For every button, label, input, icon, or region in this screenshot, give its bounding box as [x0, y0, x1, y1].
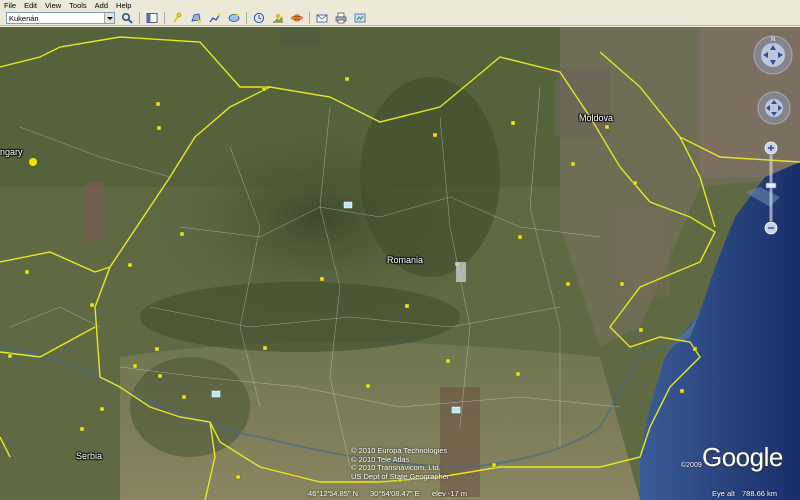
toolbar-separator: [309, 12, 310, 24]
sunlight-icon: [273, 14, 283, 23]
sunlight-button[interactable]: [271, 12, 285, 25]
search-icon: [121, 12, 133, 24]
show-in-maps-button[interactable]: [353, 12, 367, 25]
placemark-button[interactable]: [170, 12, 184, 25]
label-moldova: Moldova: [579, 113, 614, 123]
print-button[interactable]: [334, 12, 348, 25]
search-combobox[interactable]: [6, 12, 115, 24]
label-romania: Romania: [387, 255, 424, 265]
polygon-button[interactable]: [189, 12, 203, 25]
historical-imagery-icon: [253, 12, 265, 24]
search-button[interactable]: [120, 12, 134, 25]
email-button[interactable]: [315, 12, 329, 25]
menu-view[interactable]: View: [41, 0, 65, 11]
planets-button[interactable]: [290, 12, 304, 25]
zoom-slider[interactable]: [764, 141, 778, 235]
historical-imagery-button[interactable]: [252, 12, 266, 25]
path-icon: [209, 13, 221, 23]
toolbar: [0, 11, 800, 26]
copyright-notice: © 2010 Europa Technologies © 2010 Tele A…: [351, 446, 450, 481]
label-hungary: ngary: [0, 147, 23, 157]
image-overlay-icon: [228, 13, 240, 22]
menu-edit[interactable]: Edit: [20, 0, 41, 11]
polygon-icon: [191, 13, 201, 23]
search-input[interactable]: [7, 13, 103, 23]
print-icon: [335, 12, 347, 24]
menu-tools[interactable]: Tools: [65, 0, 91, 11]
path-button[interactable]: [208, 12, 222, 25]
toolbar-separator: [139, 12, 140, 24]
menu-file[interactable]: File: [0, 0, 20, 11]
planets-icon: [291, 14, 303, 22]
placemark-icon: [173, 12, 182, 23]
logo-year: ©2009: [681, 462, 702, 469]
menu-bar: File Edit View Tools Add Help: [0, 0, 800, 11]
status-bar: 46°12'54.85" N 30°54'08.47" E elev -17 m…: [0, 485, 800, 500]
sidebar-button[interactable]: [145, 12, 159, 25]
elevation-readout: elev -17 m: [432, 489, 468, 498]
latitude-readout: 46°12'54.85" N: [308, 489, 359, 498]
chevron-down-icon[interactable]: [104, 13, 114, 23]
menu-add[interactable]: Add: [91, 0, 112, 11]
image-overlay-button[interactable]: [227, 12, 241, 25]
email-icon: [316, 14, 328, 23]
north-label: N: [771, 37, 775, 43]
copyright-line: US Dept of State Geographer: [351, 471, 450, 481]
google-logo: Google: [702, 442, 783, 472]
eye-alt-label: Eye alt: [712, 489, 735, 498]
toolbar-separator: [164, 12, 165, 24]
label-serbia: Serbia: [76, 451, 103, 461]
map-view[interactable]: Romania Moldova ngary Serbia N © 2010 Eu…: [0, 27, 800, 500]
show-in-maps-icon: [354, 13, 366, 23]
look-joystick[interactable]: N: [753, 35, 793, 75]
eye-alt-value: 788.66 km: [742, 489, 778, 498]
sidebar-icon: [146, 13, 158, 23]
menu-help[interactable]: Help: [112, 0, 135, 11]
zoom-thumb: [765, 182, 777, 189]
longitude-readout: 30°54'08.47" E: [370, 489, 420, 498]
move-joystick[interactable]: [757, 91, 791, 125]
toolbar-separator: [246, 12, 247, 24]
